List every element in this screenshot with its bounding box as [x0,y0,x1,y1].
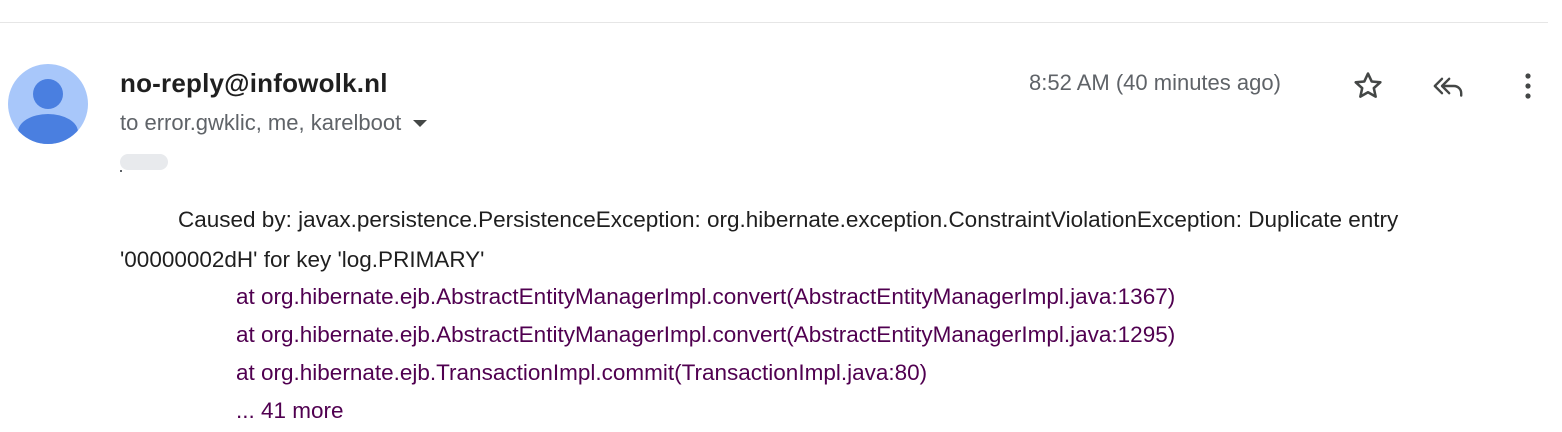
divider-dot [120,170,122,172]
collapsed-content-chip[interactable] [120,154,168,170]
sender-avatar[interactable] [8,64,88,144]
header-divider [0,22,1548,23]
more-options-button[interactable] [1508,66,1548,106]
recipients-line: to error.gwklic, me, karelboot [120,110,428,136]
star-button[interactable] [1348,66,1388,106]
person-icon [18,79,78,144]
more-vert-icon [1525,73,1531,99]
star-icon [1354,72,1382,98]
stack-trace-line: at org.hibernate.ejb.TransactionImpl.com… [236,360,928,385]
exception-message: Caused by: javax.persistence.Persistence… [120,207,1399,272]
caret-down-icon[interactable] [413,119,428,127]
email-timestamp: 8:52 AM (40 minutes ago) [1029,70,1281,95]
reply-all-icon [1433,77,1463,97]
sender-address[interactable]: no-reply@infowolk.nl [120,68,388,99]
stack-trace-line: at org.hibernate.ejb.AbstractEntityManag… [236,322,1176,347]
stack-trace: at org.hibernate.ejb.AbstractEntityManag… [236,278,1175,430]
stack-trace-more: ... 41 more [236,398,344,423]
reply-all-button[interactable] [1428,66,1468,106]
email-body: Caused by: javax.persistence.Persistence… [120,200,1540,280]
recipients-text: to error.gwklic, me, karelboot [120,110,402,135]
stack-trace-line: at org.hibernate.ejb.AbstractEntityManag… [236,284,1176,309]
